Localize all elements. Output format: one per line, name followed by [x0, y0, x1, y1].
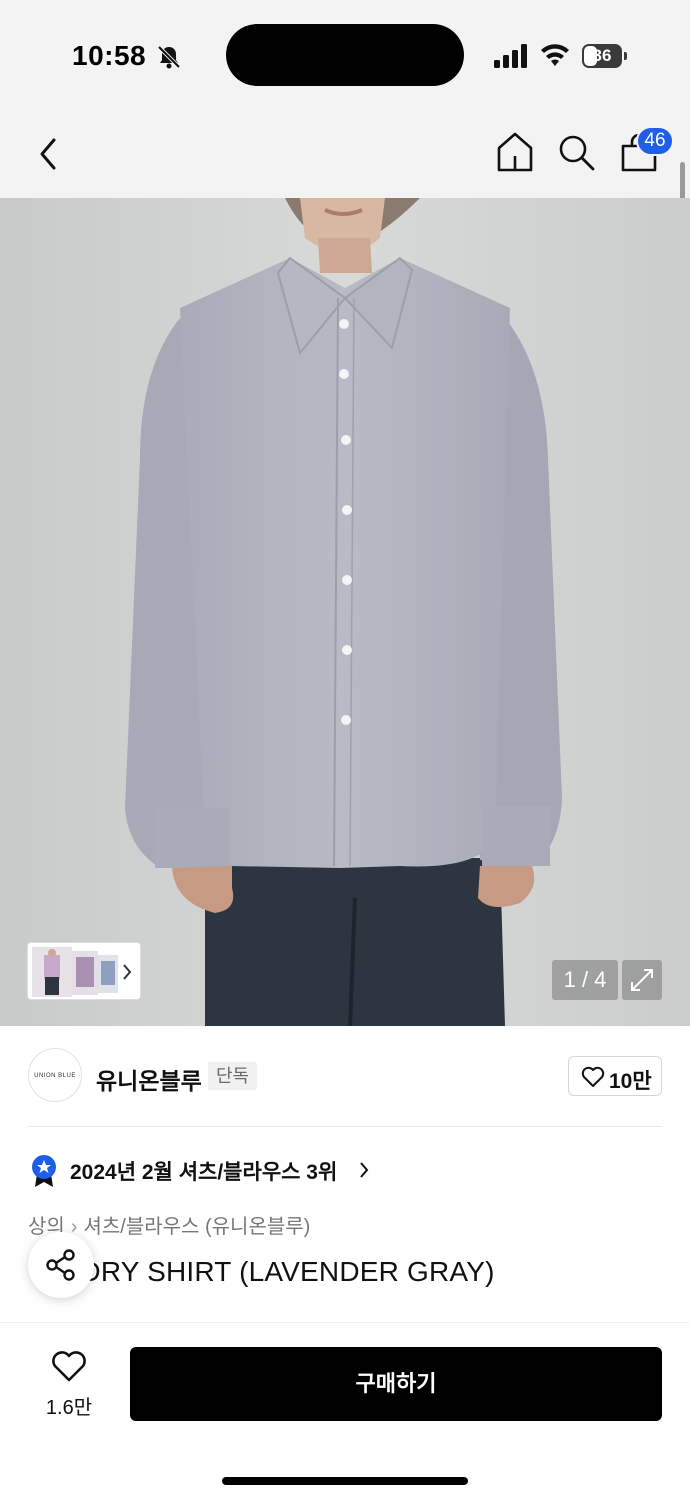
bell-slash-icon	[157, 45, 181, 69]
battery-indicator: 36	[582, 44, 628, 68]
cart-count-badge: 46	[636, 126, 674, 156]
divider	[28, 1126, 662, 1127]
product-photo	[0, 198, 690, 1026]
wifi-icon	[541, 44, 569, 66]
breadcrumb-subcategory[interactable]: 셔츠/블라우스 (유니온블루)	[83, 1216, 310, 1238]
image-counter: 1 / 4	[552, 960, 618, 1000]
brand-row: UNION BLUE 유니온블루 단독 10만	[28, 1048, 662, 1104]
back-chevron-icon[interactable]	[34, 132, 64, 176]
heart-icon	[52, 1351, 86, 1382]
battery-percent: 36	[592, 46, 612, 65]
thumbnail-strip[interactable]	[27, 942, 141, 1000]
wishlist-button[interactable]: 1.6만	[34, 1347, 104, 1427]
home-icon[interactable]	[494, 130, 536, 174]
ranking-text: 2024년 2월 셔츠/블라우스 3위	[70, 1161, 338, 1184]
signal-icon	[494, 44, 527, 68]
product-title: NDRY SHIRT (LAVENDER GRAY)	[60, 1256, 495, 1287]
status-time: 10:58	[72, 40, 147, 71]
exclusive-badge: 단독	[208, 1062, 258, 1090]
expand-button[interactable]	[622, 960, 662, 1000]
brand-like-button[interactable]: 10만	[568, 1056, 662, 1096]
share-button[interactable]	[28, 1232, 94, 1298]
ranking-link[interactable]: 2024년 2월 셔츠/블라우스 3위	[30, 1152, 430, 1188]
product-image[interactable]: 1 / 4	[0, 198, 690, 1026]
top-nav: 46	[0, 110, 690, 198]
expand-icon	[631, 969, 653, 991]
wishlist-count: 1.6만	[45, 1397, 93, 1419]
ranking-medal-icon	[32, 1155, 56, 1187]
brand-logo[interactable]: UNION BLUE	[28, 1048, 82, 1102]
chevron-right-icon	[123, 964, 132, 980]
buy-button[interactable]: 구매하기	[130, 1347, 662, 1421]
heart-icon	[581, 1066, 605, 1087]
search-icon[interactable]	[556, 132, 596, 172]
share-icon	[46, 1249, 75, 1281]
dynamic-island	[226, 24, 464, 86]
brand-name[interactable]: 유니온블루	[96, 1062, 202, 1096]
bottom-action-bar: 1.6만 구매하기	[0, 1322, 690, 1500]
status-bar: 10:58 36	[0, 0, 690, 110]
brand-like-count: 10만	[609, 1070, 652, 1093]
chevron-right-icon	[360, 1162, 369, 1178]
thumbnail-images	[32, 947, 118, 997]
home-indicator	[222, 1477, 468, 1485]
